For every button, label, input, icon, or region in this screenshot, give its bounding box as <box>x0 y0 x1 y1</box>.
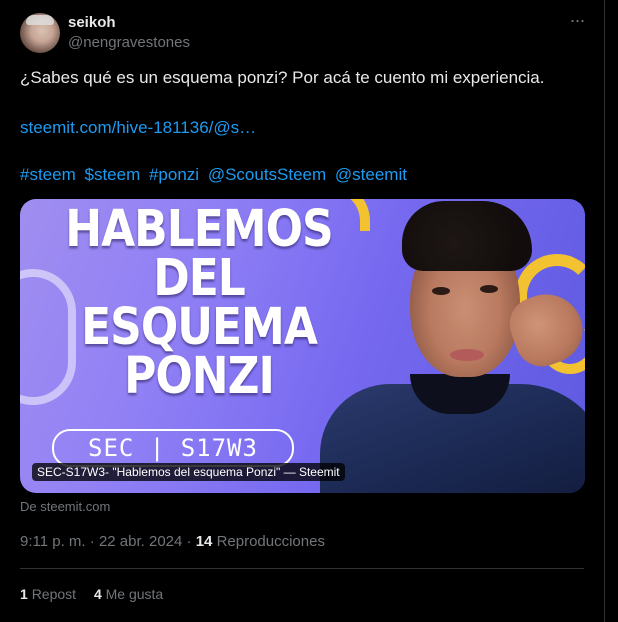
link-preview-card[interactable]: HABLEMOS DEL ESQUEMA PONZI SEC | S17W3 S… <box>20 199 585 493</box>
mention-scoutssteem[interactable]: @ScoutsSteem <box>208 165 326 184</box>
hashtag-steem[interactable]: #steem <box>20 165 76 184</box>
meta-separator: · <box>186 533 192 550</box>
likes-stat[interactable]: 4 Me gusta <box>94 586 163 602</box>
engagement-stats: 1 Repost 4 Me gusta <box>20 586 177 602</box>
tweet-time[interactable]: 9:11 p. m. <box>20 533 86 550</box>
eye <box>480 285 498 293</box>
reposts-count: 1 <box>20 586 28 602</box>
sec-pill: SEC | S17W3 <box>52 429 294 467</box>
hashtag-ponzi[interactable]: #ponzi <box>149 165 199 184</box>
more-horizontal-icon[interactable]: ··· <box>566 11 588 32</box>
views-count: 14 <box>195 533 213 550</box>
hashtag-row: #steem $steem #ponzi @ScoutsSteem @steem… <box>20 165 411 185</box>
tweet-meta: 9:11 p. m. · 22 abr. 2024 · 14 Reproducc… <box>20 533 325 550</box>
hair <box>402 201 532 271</box>
card-source[interactable]: De steemit.com <box>20 499 110 514</box>
reposts-stat[interactable]: 1 Repost <box>20 586 80 602</box>
author-name[interactable]: seikoh <box>68 14 116 31</box>
mouth <box>450 349 484 361</box>
tweet-container: seikoh @nengravestones ··· ¿Sabes qué es… <box>0 0 605 622</box>
tweet-date[interactable]: 22 abr. 2024 <box>99 533 182 550</box>
mention-steemit[interactable]: @steemit <box>335 165 407 184</box>
avatar[interactable] <box>20 13 60 53</box>
divider <box>20 568 584 569</box>
tweet-text: ¿Sabes qué es un esquema ponzi? Por acá … <box>20 68 545 87</box>
likes-label: Me gusta <box>105 586 164 602</box>
person-photo <box>290 199 585 493</box>
meta-separator: · <box>89 533 95 550</box>
cashtag-steem[interactable]: $steem <box>84 165 140 184</box>
eye <box>432 287 450 295</box>
card-caption: SEC-S17W3- "Hablemos del esquema Ponzi" … <box>32 463 345 481</box>
likes-count: 4 <box>93 586 102 602</box>
reposts-label: Repost <box>31 586 77 602</box>
tweet-link[interactable]: steemit.com/hive-181136/@s… <box>20 118 256 138</box>
views-label: Reproducciones <box>216 533 325 550</box>
author-handle[interactable]: @nengravestones <box>68 34 190 51</box>
